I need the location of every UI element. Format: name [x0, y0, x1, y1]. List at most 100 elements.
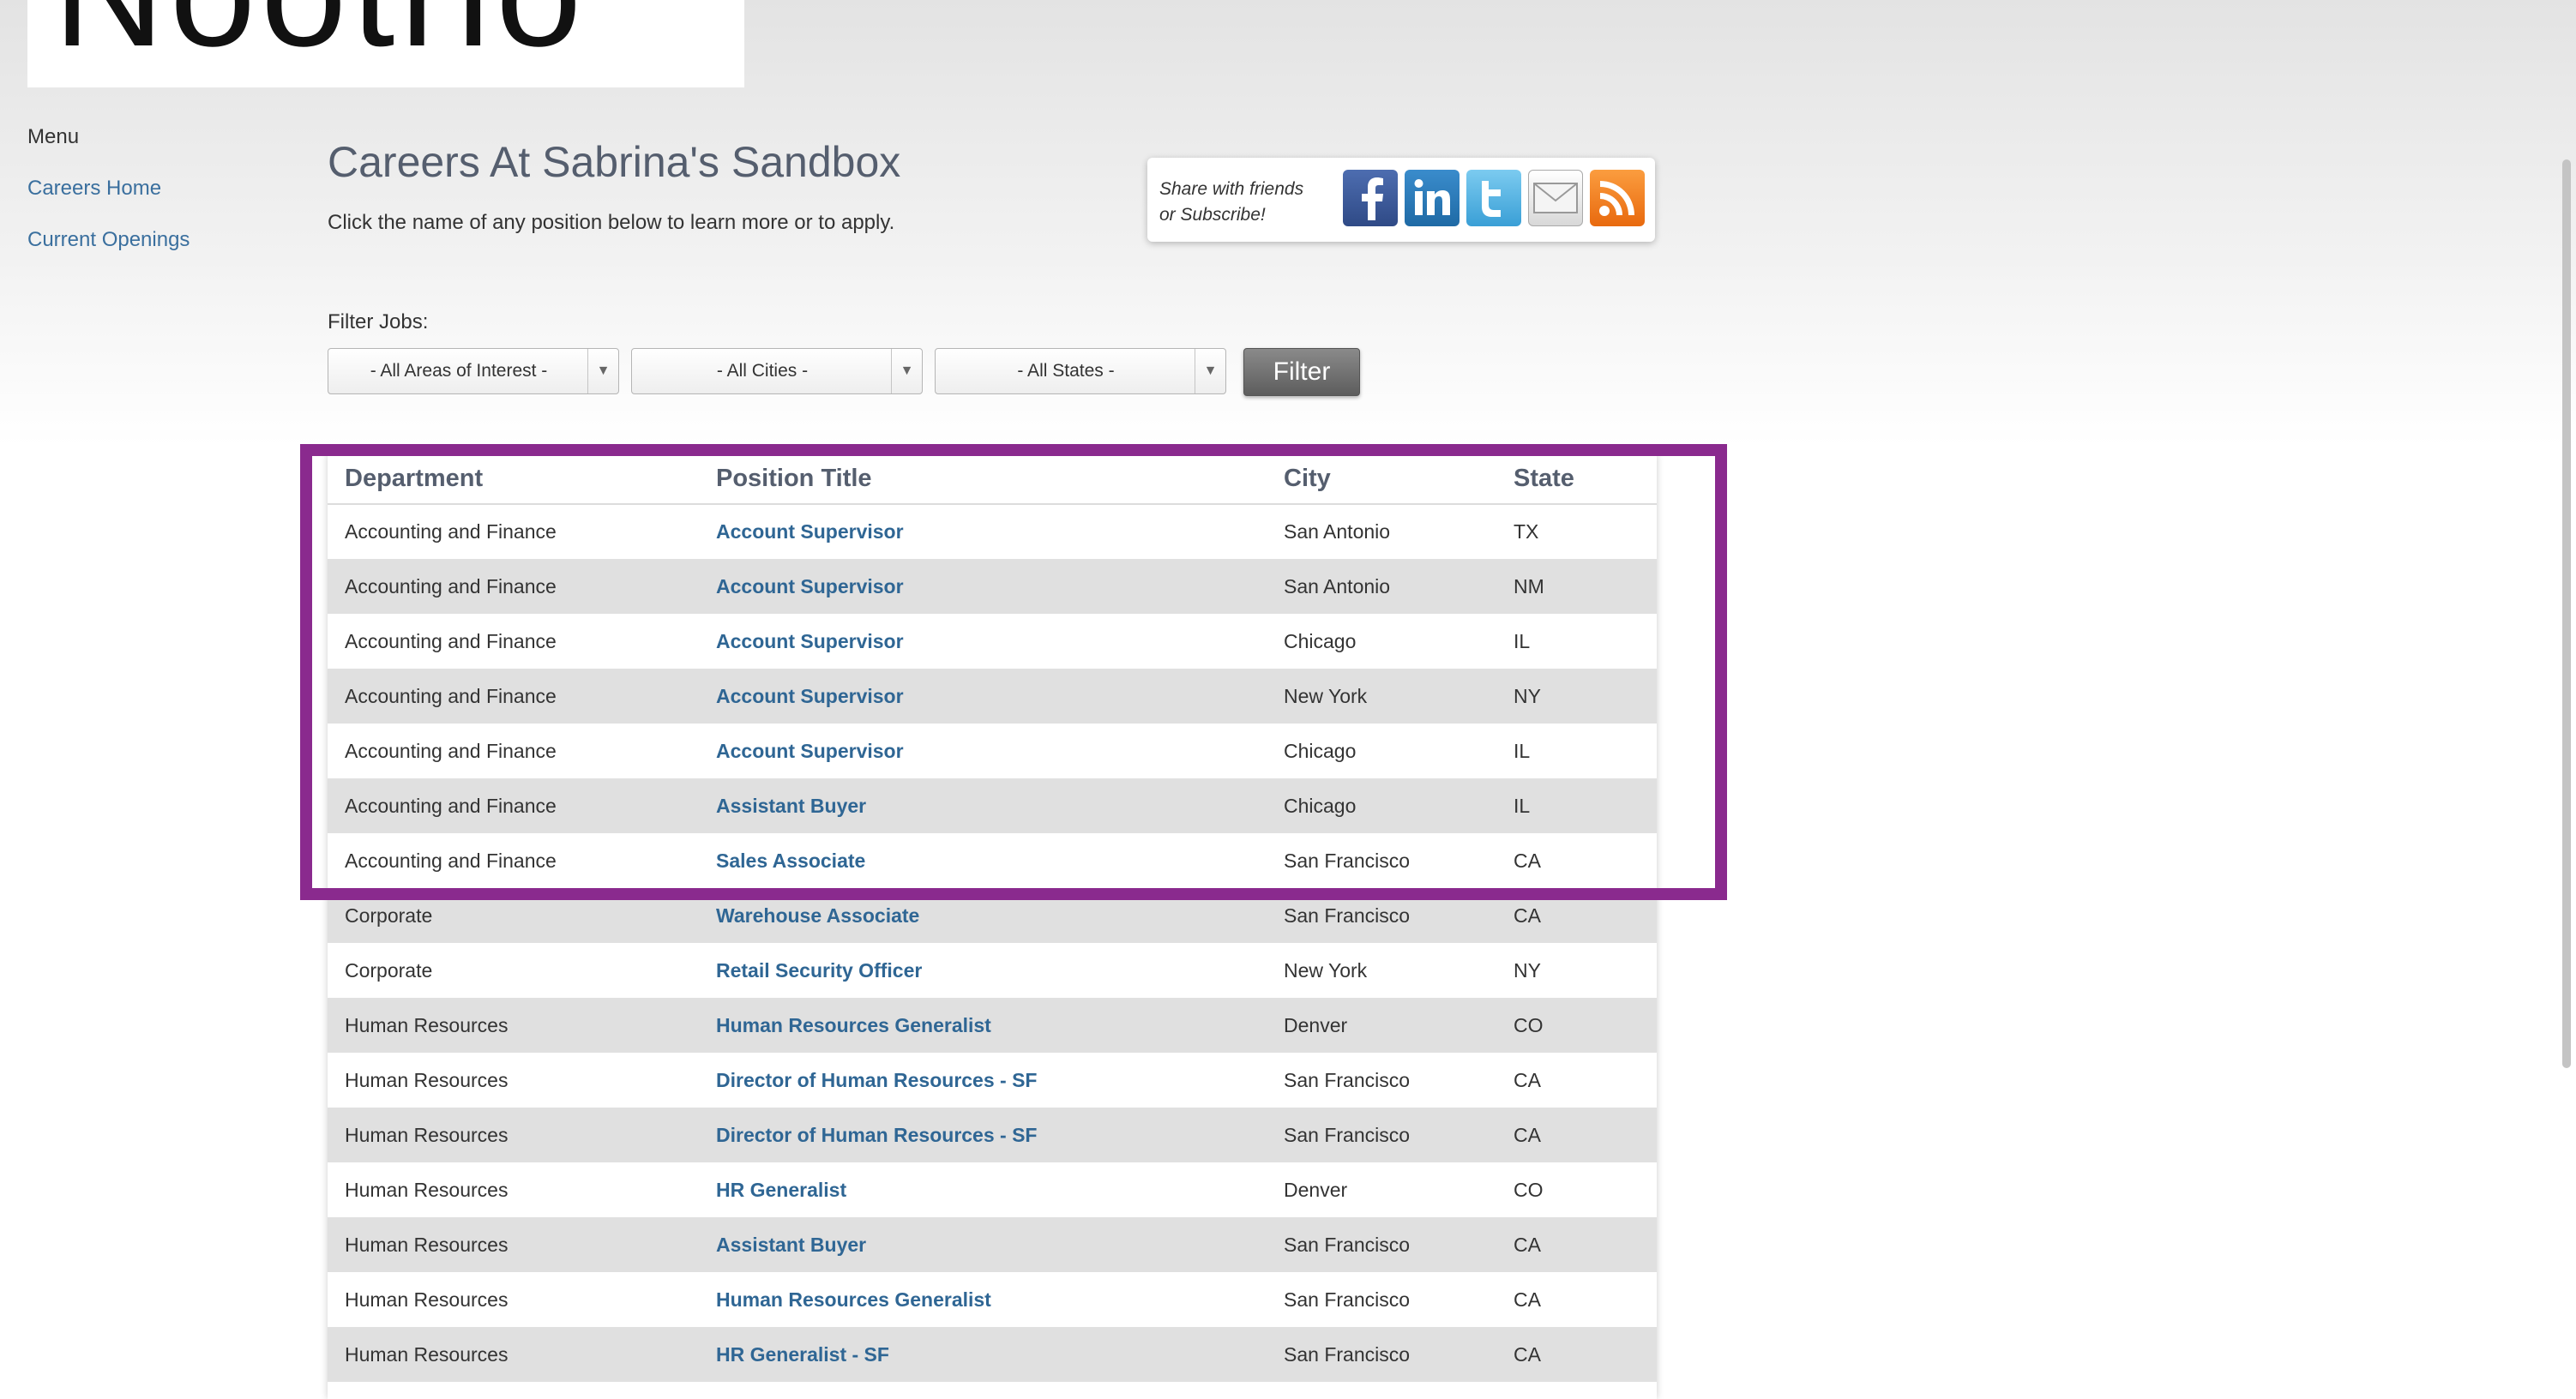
table-row: Accounting and Finance Account Supervisor… [328, 504, 1657, 559]
state-cell: CO [1514, 1178, 1544, 1201]
table-row: Accounting and Finance Account Supervisor… [328, 724, 1657, 778]
table-row: Human Resources Human Resources Generalis… [328, 998, 1657, 1053]
page-subtitle: Click the name of any position below to … [328, 211, 895, 234]
linkedin-icon[interactable] [1405, 170, 1460, 226]
state-select[interactable]: - All States - ▼ [935, 348, 1226, 394]
position-title-link[interactable]: Sales Associate [699, 833, 1267, 888]
position-title-link[interactable]: Human Resources Generalist [699, 1272, 1267, 1327]
area-select-value: - All Areas of Interest - [370, 361, 548, 381]
header-position-title[interactable]: Position Title [699, 454, 1267, 505]
state-cell: TX [1514, 520, 1539, 543]
state-cell: CA [1514, 849, 1541, 872]
city-cell: San Francisco [1284, 1068, 1411, 1091]
careers-home-link[interactable]: Careers Home [27, 177, 161, 201]
position-title-link[interactable]: Account Supervisor [699, 669, 1267, 724]
state-cell: CA [1514, 1068, 1541, 1091]
position-title-link[interactable]: HR Generalist [699, 1162, 1267, 1217]
city-cell: Denver [1284, 1178, 1348, 1201]
jobs-table: Department Position Title City State Acc… [328, 454, 1657, 1399]
city-cell: San Antonio [1284, 520, 1391, 543]
state-cell: CA [1496, 1327, 1657, 1382]
position-title-link[interactable]: Account Supervisor [699, 504, 1267, 559]
filter-label: Filter Jobs: [328, 310, 429, 333]
position-title-link[interactable]: Assistant Buyer [699, 778, 1267, 833]
table-row: Human Resources Director of Human Resourc… [328, 1108, 1657, 1162]
scrollbar[interactable] [2562, 159, 2571, 1068]
state-cell: CA [1514, 1288, 1541, 1311]
state-cell: NY [1496, 669, 1657, 724]
menu-label: Menu [27, 125, 80, 148]
table-row: Accounting and Finance Account Supervisor… [328, 669, 1657, 724]
table-row: Human Resources HR Generalist - SF San Fra… [328, 1327, 1657, 1382]
position-title-link[interactable]: Director of Human Resources - SF [699, 1053, 1267, 1108]
chevron-down-icon: ▼ [1195, 349, 1225, 393]
table-row: Human Resources Director of Human Resourc… [328, 1053, 1657, 1108]
city-cell: San Francisco [1267, 1327, 1496, 1382]
table-row: Accounting and Finance Account Supervisor… [328, 614, 1657, 669]
position-title-link[interactable]: Retail Security Officer [699, 943, 1267, 998]
header-city[interactable]: City [1267, 454, 1496, 505]
position-title-link[interactable]: Account Supervisor [699, 614, 1267, 669]
state-cell: NY [1514, 958, 1541, 982]
department-cell: Human Resources [328, 1327, 699, 1382]
city-cell: San Francisco [1267, 888, 1496, 943]
table-row: Accounting and Finance Assistant Buyer Chi… [328, 778, 1657, 833]
department-cell: Human Resources [328, 998, 699, 1053]
city-cell: San Francisco [1267, 1217, 1496, 1272]
state-select-value: - All States - [1017, 361, 1115, 381]
position-title-link[interactable]: Assistant Buyer [699, 1217, 1267, 1272]
department-cell: Corporate [345, 958, 433, 982]
state-cell: CA [1496, 888, 1657, 943]
state-cell: CO [1496, 998, 1657, 1053]
state-cell: IL [1514, 629, 1531, 652]
city-select[interactable]: - All Cities - ▼ [631, 348, 923, 394]
header-department[interactable]: Department [328, 454, 699, 505]
filter-button[interactable]: Filter [1243, 348, 1360, 396]
department-cell: Human Resources [328, 1108, 699, 1162]
position-title-link[interactable]: Account Supervisor [699, 724, 1267, 778]
state-cell: IL [1514, 739, 1531, 762]
position-title-link[interactable]: Account Supervisor [699, 559, 1267, 614]
position-title-link[interactable]: Warehouse Associate [699, 888, 1267, 943]
state-cell: CA [1496, 1217, 1657, 1272]
facebook-icon[interactable] [1343, 170, 1398, 226]
table-row: Corporate Warehouse Associate San Francisc… [328, 888, 1657, 943]
department-cell: Human Resources [345, 1068, 509, 1091]
table-row: Human Resources HR Generalist Denver CO [328, 1162, 1657, 1217]
page-title: Careers At Sabrina's Sandbox [328, 138, 901, 186]
table-row: Accounting and Finance Account Supervisor… [328, 559, 1657, 614]
city-select-value: - All Cities - [716, 361, 809, 381]
current-openings-link[interactable]: Current Openings [27, 228, 190, 252]
position-title-link[interactable]: HR Generalist - SF [699, 1327, 1267, 1382]
state-cell: NM [1496, 559, 1657, 614]
table-row: Accounting and Finance Sales Associate San… [328, 833, 1657, 888]
rss-icon[interactable] [1590, 170, 1645, 226]
city-cell: Denver [1267, 998, 1496, 1053]
city-cell: New York [1267, 669, 1496, 724]
logo-text: Nootrio [53, 0, 587, 81]
department-cell: Human Resources [345, 1178, 509, 1201]
chevron-down-icon: ▼ [891, 349, 922, 393]
department-cell: Accounting and Finance [345, 629, 557, 652]
city-cell: San Francisco [1284, 1288, 1411, 1311]
table-row: Human Resources Human Resources Generalis… [328, 1272, 1657, 1327]
department-cell: Accounting and Finance [328, 778, 699, 833]
city-cell: San Antonio [1267, 559, 1496, 614]
city-cell: San Francisco [1267, 1108, 1496, 1162]
table-row: Corporate Retail Security Officer New York… [328, 943, 1657, 998]
email-icon[interactable] [1528, 170, 1583, 226]
state-cell: IL [1496, 778, 1657, 833]
table-row: Human Resources Assistant Buyer San Franci… [328, 1217, 1657, 1272]
department-cell: Accounting and Finance [328, 669, 699, 724]
twitter-icon[interactable] [1466, 170, 1521, 226]
position-title-link[interactable]: Human Resources Generalist [699, 998, 1267, 1053]
chevron-down-icon: ▼ [587, 349, 618, 393]
department-cell: Human Resources [328, 1217, 699, 1272]
state-cell: CA [1496, 1108, 1657, 1162]
area-of-interest-select[interactable]: - All Areas of Interest - ▼ [328, 348, 619, 394]
share-text: Share with friends or Subscribe! [1159, 179, 1304, 225]
company-logo[interactable]: Nootrio [27, 0, 744, 87]
header-state[interactable]: State [1496, 454, 1657, 505]
position-title-link[interactable]: Director of Human Resources - SF [699, 1108, 1267, 1162]
city-cell: Chicago [1267, 778, 1496, 833]
